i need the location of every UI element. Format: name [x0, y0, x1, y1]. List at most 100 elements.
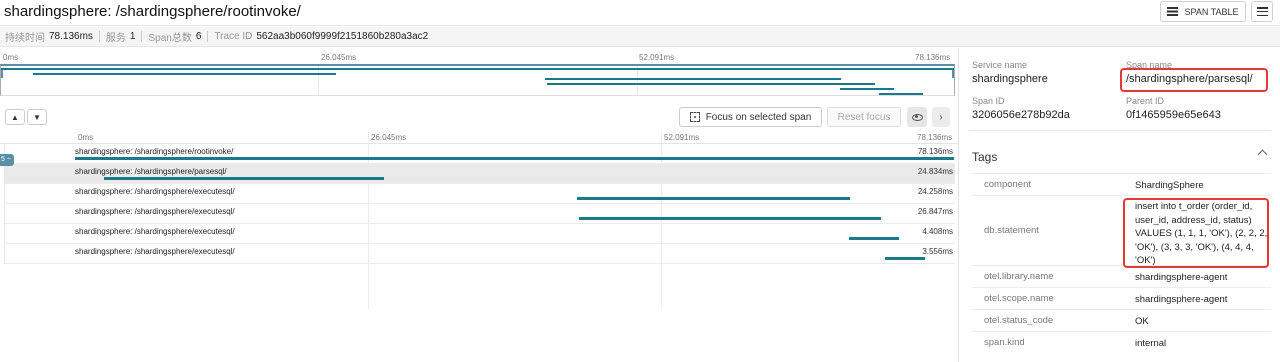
span-name[interactable]: shardingsphere: /shardingsphere/executes…: [75, 227, 235, 236]
span-duration: 24.834ms: [917, 167, 953, 176]
span-duration: 3.556ms: [922, 247, 953, 256]
tag-row: span.kind internal: [972, 331, 1271, 353]
span-bar[interactable]: [884, 257, 925, 260]
tag-value: shardingsphere-agent: [1135, 294, 1228, 305]
chevron-down-icon: ▼: [33, 112, 41, 122]
tag-key: otel.library.name: [984, 271, 1054, 282]
collapse-all-button[interactable]: ▲: [5, 109, 25, 125]
next-button[interactable]: ›: [932, 107, 950, 127]
duration-label: 持续时间: [5, 33, 45, 44]
minimap-gridline: [637, 66, 638, 96]
span-name[interactable]: shardingsphere: /shardingsphere/executes…: [75, 247, 235, 256]
trace-title: shardingsphere: /shardingsphere/rootinvo…: [4, 3, 301, 20]
tag-value: shardingsphere-agent: [1135, 272, 1228, 283]
services-stat: 服务 1: [106, 29, 136, 44]
hamburger-icon: [1256, 7, 1268, 16]
span-row[interactable]: shardingsphere: /shardingsphere/rootinvo…: [4, 144, 955, 164]
timeline-tick: 78.136ms: [917, 133, 953, 142]
minimap-tick: 52.091ms: [639, 53, 675, 62]
menu-button[interactable]: [1251, 1, 1273, 22]
tag-key: db.statement: [984, 225, 1039, 236]
span-row[interactable]: shardingsphere: /shardingsphere/executes…: [4, 184, 955, 204]
services-value: 1: [129, 31, 136, 42]
minimap-ticks: 0ms 26.045ms 52.091ms 78.136ms: [0, 48, 958, 64]
timeline-tick: 52.091ms: [664, 133, 700, 142]
tag-key: span.kind: [984, 337, 1025, 348]
span-rows: shardingsphere: /shardingsphere/rootinvo…: [0, 144, 958, 264]
chevron-right-icon: ›: [939, 111, 943, 123]
timeline-controls: ▲ ▼ Focus on selected span Reset focus ›: [0, 104, 958, 130]
span-name[interactable]: shardingsphere: /shardingsphere/executes…: [75, 207, 235, 216]
minimap-gridline: [318, 66, 319, 96]
minimap-left-handle[interactable]: [1, 70, 3, 78]
reset-focus-button[interactable]: Reset focus: [827, 107, 901, 127]
minimap-span-bar: [547, 83, 875, 85]
span-row[interactable]: shardingsphere: /shardingsphere/executes…: [4, 224, 955, 244]
span-bar[interactable]: [75, 157, 954, 160]
tags-header[interactable]: Tags: [972, 150, 997, 164]
tag-value: ShardingSphere: [1135, 180, 1204, 191]
tag-key: otel.scope.name: [984, 293, 1054, 304]
span-count-stat: Span总数 6: [148, 29, 201, 44]
db-statement-highlight: [1123, 198, 1269, 268]
focus-selected-span-button[interactable]: Focus on selected span: [679, 107, 822, 127]
services-label: 服务: [105, 33, 126, 44]
tag-row: otel.status_code OK: [972, 309, 1271, 331]
divider: [98, 31, 100, 42]
span-duration: 4.408ms: [922, 227, 953, 236]
span-id-label: Span ID: [972, 96, 1005, 106]
span-name[interactable]: shardingsphere: /shardingsphere/executes…: [75, 187, 235, 196]
divider: [141, 31, 143, 42]
span-row[interactable]: shardingsphere: /shardingsphere/executes…: [4, 244, 955, 264]
expand-all-button[interactable]: ▼: [27, 109, 47, 125]
trace-id-stat: Trace ID 562aa3b060f9999f2151860b280a3ac…: [214, 31, 428, 42]
chevron-up-icon[interactable]: [1257, 149, 1268, 160]
minimap-span-bar: [840, 88, 894, 90]
trace-summary: 持续时间 78.136ms 服务 1 Span总数 6 Trace ID 562…: [0, 27, 1280, 47]
minimap-span-bar: [1, 68, 954, 70]
duration-value: 78.136ms: [49, 31, 93, 42]
tag-value: OK: [1135, 316, 1149, 327]
minimap-tick: 0ms: [3, 53, 19, 62]
tag-row: otel.scope.name shardingsphere-agent: [972, 287, 1271, 309]
minimap-span-bar: [879, 93, 923, 95]
tag-value: internal: [1135, 338, 1167, 349]
trace-header: shardingsphere: /shardingsphere/rootinvo…: [0, 0, 1280, 26]
span-table-label: SPAN TABLE: [1184, 6, 1239, 17]
parent-id-value: 0f1465959e65e643: [1126, 109, 1221, 121]
focus-icon: [689, 112, 700, 122]
tag-key: otel.status_code: [984, 315, 1054, 326]
span-table-button[interactable]: SPAN TABLE: [1160, 1, 1246, 22]
span-bar[interactable]: [578, 217, 881, 220]
span-bar[interactable]: [848, 237, 899, 240]
duration-stat: 持续时间 78.136ms: [5, 29, 93, 44]
span-duration: 24.258ms: [917, 187, 953, 196]
divider: [207, 31, 209, 42]
span-count-value: 6: [195, 31, 202, 42]
timeline-ticks: 0ms 26.045ms 52.091ms 78.136ms: [0, 130, 958, 144]
tag-row: component ShardingSphere: [972, 173, 1271, 195]
timeline-tick: 26.045ms: [371, 133, 407, 142]
timeline-minimap[interactable]: [0, 64, 955, 96]
minimap-tick: 78.136ms: [915, 53, 951, 62]
minimap-span-bar: [32, 73, 336, 75]
span-bar[interactable]: [104, 177, 384, 180]
span-id-value: 3206056e278b92da: [972, 109, 1070, 121]
trace-id-label: Trace ID: [214, 31, 253, 42]
span-duration: 26.847ms: [917, 207, 953, 216]
divider: [969, 130, 1271, 131]
span-name[interactable]: shardingsphere: /shardingsphere/rootinvo…: [75, 147, 233, 156]
span-name[interactable]: shardingsphere: /shardingsphere/parsesql…: [75, 167, 227, 176]
parent-id-label: Parent ID: [1126, 96, 1165, 106]
service-name-value: shardingsphere: [972, 73, 1048, 85]
timeline-tick: 0ms: [78, 133, 94, 142]
span-bar[interactable]: [576, 197, 850, 200]
span-row[interactable]: shardingsphere: /shardingsphere/executes…: [4, 204, 955, 224]
span-row[interactable]: shardingsphere: /shardingsphere/parsesql…: [4, 164, 955, 184]
collapse-tab[interactable]: 5 −: [0, 154, 14, 166]
span-name-highlight: [1120, 68, 1268, 92]
minimap-right-handle[interactable]: [952, 70, 954, 78]
span-detail-panel: Service name shardingsphere Span name /s…: [958, 48, 1280, 362]
minimap-tick: 26.045ms: [321, 53, 357, 62]
toggle-visibility-button[interactable]: [907, 107, 927, 127]
